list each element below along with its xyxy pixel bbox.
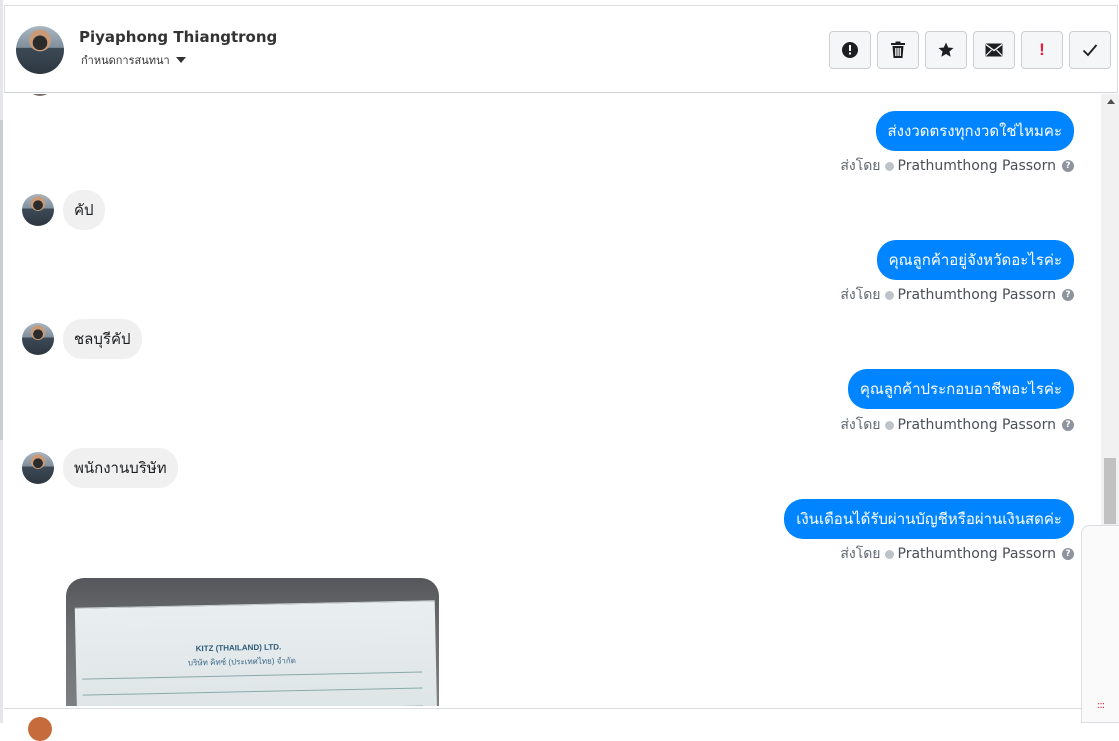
sent-by-author[interactable]: Prathumthong Passorn [898, 546, 1056, 562]
mark-done-button[interactable] [1069, 31, 1111, 69]
sent-by-line: ส่งโดย Prathumthong Passorn ? [840, 414, 1074, 436]
sent-by-prefix: ส่งโดย [840, 543, 880, 565]
contact-name[interactable]: Piyaphong Thiangtrong [79, 28, 277, 46]
trash-icon [890, 41, 906, 59]
exclamation-circle-icon [841, 41, 859, 59]
sender-avatar[interactable] [22, 194, 54, 226]
sender-avatar[interactable] [22, 323, 54, 355]
scroll-up-arrow-icon[interactable] [1107, 99, 1115, 104]
outgoing-bubble: คุณลูกค้าอยู่จังหวัดอะไรค่ะ [877, 240, 1074, 280]
attachment-company-sub: บริษัท คิทซ์ (ประเทศไทย) จำกัด [188, 654, 296, 669]
sent-by-prefix: ส่งโดย [840, 155, 880, 177]
attachment-company-text: KITZ (THAILAND) LTD. [196, 642, 282, 653]
red-exclamation-icon: ! [1039, 40, 1045, 60]
payslip-rule [82, 672, 422, 680]
sent-by-author[interactable]: Prathumthong Passorn [898, 417, 1056, 433]
image-attachment[interactable]: KITZ (THAILAND) LTD. บริษัท คิทซ์ (ประเท… [66, 578, 439, 706]
more-dots-icon[interactable]: ::: [1097, 700, 1104, 711]
message-composer[interactable] [4, 708, 1100, 724]
help-icon[interactable]: ? [1062, 548, 1074, 560]
incoming-bubble: คัป [63, 190, 105, 230]
mark-unread-button[interactable] [973, 31, 1015, 69]
window-left-edge-shadow [0, 120, 3, 440]
sent-by-line: ส่งโดย Prathumthong Passorn ? [840, 543, 1074, 565]
outgoing-bubble: ส่งงวดตรงทุกงวดใช่ไหมคะ [876, 111, 1074, 151]
help-icon[interactable]: ? [1062, 160, 1074, 172]
sent-by-prefix: ส่งโดย [840, 414, 880, 436]
sent-by-line: ส่งโดย Prathumthong Passorn ? [840, 284, 1074, 306]
page-avatar [28, 717, 52, 741]
agent-status-icon [885, 291, 894, 300]
sender-avatar-partial [26, 94, 54, 96]
checkmark-icon [1082, 43, 1098, 57]
envelope-icon [985, 43, 1003, 57]
contact-avatar[interactable] [16, 26, 64, 74]
outgoing-bubble: คุณลูกค้าประกอบอาชีพอะไรค่ะ [848, 369, 1074, 409]
outgoing-message[interactable]: เงินเดือนได้รับผ่านบัญชีหรือผ่านเงินสดค่… [784, 499, 1074, 539]
sent-by-line: ส่งโดย Prathumthong Passorn ? [840, 155, 1074, 177]
help-icon[interactable]: ? [1062, 289, 1074, 301]
mark-spam-button[interactable] [829, 31, 871, 69]
outgoing-message[interactable]: คุณลูกค้าอยู่จังหวัดอะไรค่ะ [877, 240, 1074, 280]
important-button[interactable]: ! [1021, 31, 1063, 69]
outgoing-message[interactable]: ส่งงวดตรงทุกงวดใช่ไหมคะ [876, 111, 1074, 151]
side-panel[interactable] [1081, 525, 1119, 723]
sent-by-author[interactable]: Prathumthong Passorn [898, 158, 1056, 174]
caret-down-icon [176, 57, 186, 63]
agent-status-icon [885, 421, 894, 430]
outgoing-bubble: เงินเดือนได้รับผ่านบัญชีหรือผ่านเงินสดค่… [784, 499, 1074, 539]
sender-avatar[interactable] [22, 452, 54, 484]
incoming-bubble: ชลบุรีคัป [63, 319, 142, 359]
sent-by-prefix: ส่งโดย [840, 284, 880, 306]
incoming-bubble: พนักงานบริษัท [63, 448, 178, 488]
header-actions: ! [829, 31, 1111, 69]
incoming-message[interactable]: คัป [22, 190, 105, 230]
star-icon [937, 41, 955, 59]
star-button[interactable] [925, 31, 967, 69]
payslip-photo: KITZ (THAILAND) LTD. บริษัท คิทซ์ (ประเท… [75, 600, 437, 706]
conversation-setting-label: กำหนดการสนทนา [81, 51, 170, 69]
outgoing-message[interactable]: คุณลูกค้าประกอบอาชีพอะไรค่ะ [848, 369, 1074, 409]
conversation-header: Piyaphong Thiangtrong กำหนดการสนทนา [4, 5, 1118, 93]
sent-by-author[interactable]: Prathumthong Passorn [898, 287, 1056, 303]
message-thread[interactable]: ส่งงวดตรงทุกงวดใช่ไหมคะ ส่งโดย Prathumth… [4, 94, 1100, 706]
delete-button[interactable] [877, 31, 919, 69]
conversation-setting-dropdown[interactable]: กำหนดการสนทนา [81, 51, 186, 69]
scrollbar-thumb[interactable] [1104, 458, 1116, 524]
help-icon[interactable]: ? [1062, 419, 1074, 431]
incoming-message[interactable]: พนักงานบริษัท [22, 448, 178, 488]
agent-status-icon [885, 550, 894, 559]
agent-status-icon [885, 162, 894, 171]
incoming-message[interactable]: ชลบุรีคัป [22, 319, 142, 359]
payslip-rule [83, 688, 423, 696]
